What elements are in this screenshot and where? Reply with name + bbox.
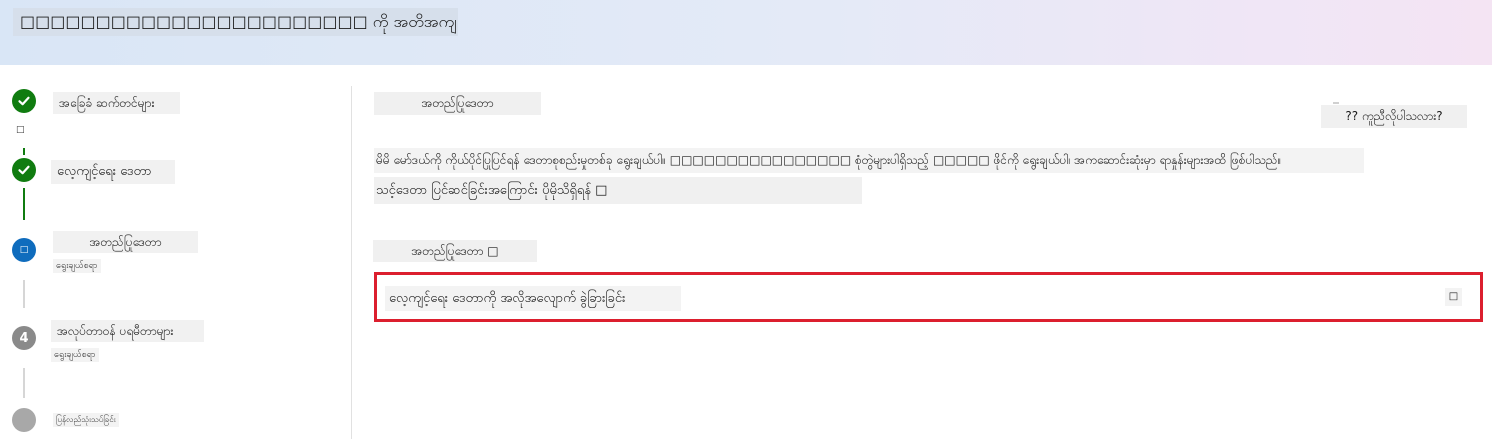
page-header: □□□□□□□□□□□□□□□□□□□□□□□ ကို အတိအကျ ပြင်ဆ… bbox=[0, 0, 1492, 65]
step-4-optional: ရွေးချယ်စရာ bbox=[51, 348, 99, 362]
chevron-down-icon: □ bbox=[1445, 288, 1462, 306]
step-1-check-icon bbox=[12, 89, 36, 113]
step-3-current-indicator: □ bbox=[12, 238, 36, 262]
section-heading: အတည်ပြုဒေတာ bbox=[374, 92, 541, 115]
step-2-label[interactable]: လေ့ကျင့်ရေး ဒေတာ bbox=[51, 160, 175, 184]
step-4-label[interactable]: အလုပ်တာဝန် ပရမီတာများ bbox=[51, 320, 204, 342]
step-1-label[interactable]: အခြေခံ ဆက်တင်များ bbox=[53, 92, 180, 114]
panel-divider bbox=[351, 86, 352, 439]
validation-data-label: အတည်ပြုဒေတာ □ bbox=[373, 240, 537, 262]
step-connector bbox=[23, 368, 25, 398]
help-button[interactable]: ?? ကူညီလိုပါသလား? bbox=[1321, 102, 1467, 128]
step-4-number: 4 bbox=[12, 326, 36, 350]
step-3-label[interactable]: အတည်ပြုဒေတာ bbox=[53, 231, 198, 253]
step-5-label[interactable]: ပြန်လည်သုံးသပ်ခြင်း bbox=[53, 413, 119, 427]
step-5-indicator bbox=[12, 408, 36, 432]
step-1-marker: □ bbox=[16, 125, 25, 135]
learn-more-link[interactable]: သင့်ဒေတာ ပြင်ဆင်ခြင်းအကြောင်း ပိုမိုသိရှ… bbox=[374, 177, 862, 204]
dropdown-selected-value: လေ့ကျင့်ရေး ဒေတာကို အလိုအလျောက် ခွဲခြားခ… bbox=[385, 286, 681, 311]
step-2-check-icon bbox=[12, 158, 36, 182]
step-connector bbox=[23, 148, 25, 155]
step-connector bbox=[23, 280, 25, 308]
description-text: မိမိ မော်ဒယ်ကို ကိုယ်ပိုင်ပြုပြင်ရန် ဒေတ… bbox=[374, 148, 1364, 173]
step-connector bbox=[23, 188, 25, 220]
validation-data-dropdown[interactable]: လေ့ကျင့်ရေး ဒေတာကို အလိုအလျောက် ခွဲခြားခ… bbox=[374, 272, 1483, 322]
step-3-optional: ရွေးချယ်စရာ bbox=[53, 259, 101, 273]
page-title: □□□□□□□□□□□□□□□□□□□□□□□ ကို အတိအကျ ပြင်ဆ… bbox=[13, 8, 458, 36]
